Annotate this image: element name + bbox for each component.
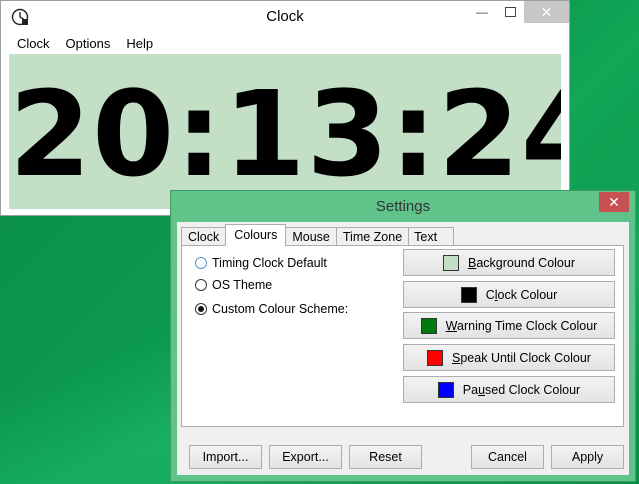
colour-swatch bbox=[437, 381, 454, 398]
clock-titlebar[interactable]: Clock — ✕ bbox=[1, 1, 569, 32]
button-label: Speak Until Clock Colour bbox=[452, 350, 591, 365]
colour-swatch bbox=[420, 317, 437, 334]
maximize-icon bbox=[504, 7, 516, 17]
radio-button[interactable] bbox=[195, 257, 207, 269]
menu-clock[interactable]: Clock bbox=[9, 33, 58, 54]
radio-timing-clock-default[interactable]: Timing Clock Default bbox=[195, 256, 327, 270]
minimize-button[interactable]: — bbox=[468, 1, 496, 23]
settings-close-button[interactable]: ✕ bbox=[599, 192, 629, 212]
colour-swatch bbox=[442, 254, 459, 271]
radio-custom-colour-scheme[interactable]: Custom Colour Scheme: bbox=[195, 302, 348, 316]
apply-button[interactable]: Apply bbox=[551, 445, 624, 469]
tab-text[interactable]: Text bbox=[408, 227, 455, 246]
settings-title: Settings bbox=[375, 198, 431, 215]
tab-time-zone[interactable]: Time Zone bbox=[335, 227, 410, 246]
export-button[interactable]: Export... bbox=[269, 445, 342, 469]
minimize-icon: — bbox=[476, 5, 488, 19]
settings-dialog: Settings ✕ Clock Colours Mouse Time Zone… bbox=[170, 190, 636, 482]
clock-face[interactable]: 20:13:24 bbox=[9, 54, 561, 209]
tab-clock[interactable]: Clock bbox=[181, 227, 227, 246]
radio-os-theme[interactable]: OS Theme bbox=[195, 278, 272, 292]
close-icon: ✕ bbox=[608, 193, 620, 210]
button-label: Warning Time Clock Colour bbox=[445, 318, 598, 333]
cancel-button[interactable]: Cancel bbox=[471, 445, 544, 469]
menubar: Clock Options Help bbox=[9, 33, 561, 54]
colour-swatch bbox=[460, 286, 477, 303]
caption-buttons: — ✕ bbox=[468, 1, 569, 23]
button-label: Clock Colour bbox=[485, 287, 558, 302]
clock-colour-button[interactable]: Clock Colour bbox=[403, 281, 615, 308]
radio-label: Custom Colour Scheme: bbox=[212, 302, 349, 316]
settings-body: Clock Colours Mouse Time Zone Text Timin… bbox=[177, 222, 629, 475]
close-button[interactable]: ✕ bbox=[524, 1, 569, 23]
tab-colours[interactable]: Colours bbox=[225, 224, 287, 246]
clock-window: Clock — ✕ Clock Options Help 20:13:24 bbox=[0, 0, 570, 216]
speak-until-clock-colour-button[interactable]: Speak Until Clock Colour bbox=[403, 344, 615, 371]
radio-button[interactable] bbox=[195, 279, 207, 291]
maximize-button[interactable] bbox=[496, 1, 524, 23]
paused-clock-colour-button[interactable]: Paused Clock Colour bbox=[403, 376, 615, 403]
clock-time-display: 20:13:24 bbox=[9, 65, 561, 203]
warning-time-clock-colour-button[interactable]: Warning Time Clock Colour bbox=[403, 312, 615, 339]
tab-mouse[interactable]: Mouse bbox=[285, 227, 337, 246]
background-colour-button[interactable]: Background Colour bbox=[403, 249, 615, 276]
close-icon: ✕ bbox=[540, 3, 553, 20]
radio-label: Timing Clock Default bbox=[212, 256, 327, 270]
radio-button[interactable] bbox=[195, 303, 207, 315]
reset-button[interactable]: Reset bbox=[349, 445, 422, 469]
button-label: Background Colour bbox=[467, 255, 575, 270]
import-button[interactable]: Import... bbox=[189, 445, 262, 469]
menu-help[interactable]: Help bbox=[118, 33, 161, 54]
colours-panel: Timing Clock Default OS Theme Custom Col… bbox=[181, 245, 624, 427]
colour-swatch bbox=[427, 349, 444, 366]
radio-label: OS Theme bbox=[212, 278, 273, 292]
tab-strip: Clock Colours Mouse Time Zone Text bbox=[181, 224, 455, 246]
menu-options[interactable]: Options bbox=[58, 33, 119, 54]
button-label: Paused Clock Colour bbox=[462, 382, 581, 397]
